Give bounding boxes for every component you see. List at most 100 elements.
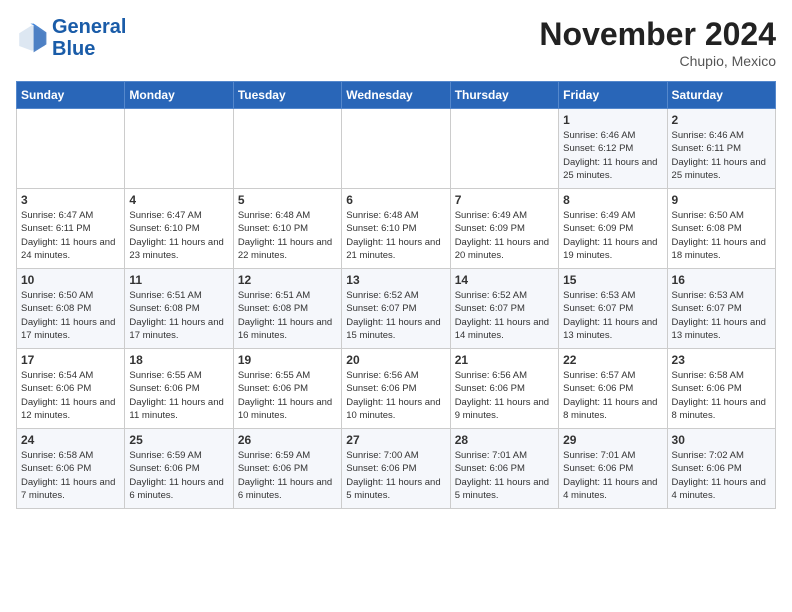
calendar-cell: 8 Sunrise: 6:49 AM Sunset: 6:09 PM Daylig… <box>559 189 667 269</box>
weekday-header-thursday: Thursday <box>450 82 558 109</box>
calendar-header: SundayMondayTuesdayWednesdayThursdayFrid… <box>17 82 776 109</box>
day-number: 22 <box>563 353 662 367</box>
day-info: Sunrise: 7:01 AM Sunset: 6:06 PM Dayligh… <box>455 449 554 502</box>
day-info: Sunrise: 6:54 AM Sunset: 6:06 PM Dayligh… <box>21 369 120 422</box>
day-number: 1 <box>563 113 662 127</box>
day-number: 24 <box>21 433 120 447</box>
day-info: Sunrise: 6:46 AM Sunset: 6:11 PM Dayligh… <box>672 129 771 182</box>
calendar-cell: 22 Sunrise: 6:57 AM Sunset: 6:06 PM Dayli… <box>559 349 667 429</box>
day-number: 30 <box>672 433 771 447</box>
weekday-header-friday: Friday <box>559 82 667 109</box>
day-number: 4 <box>129 193 228 207</box>
calendar-cell: 1 Sunrise: 6:46 AM Sunset: 6:12 PM Daylig… <box>559 109 667 189</box>
day-number: 8 <box>563 193 662 207</box>
day-number: 16 <box>672 273 771 287</box>
calendar-cell: 2 Sunrise: 6:46 AM Sunset: 6:11 PM Daylig… <box>667 109 775 189</box>
day-info: Sunrise: 6:56 AM Sunset: 6:06 PM Dayligh… <box>455 369 554 422</box>
day-info: Sunrise: 6:49 AM Sunset: 6:09 PM Dayligh… <box>455 209 554 262</box>
calendar-cell: 5 Sunrise: 6:48 AM Sunset: 6:10 PM Daylig… <box>233 189 341 269</box>
logo-icon <box>16 22 48 54</box>
week-row-3: 10 Sunrise: 6:50 AM Sunset: 6:08 PM Dayli… <box>17 269 776 349</box>
calendar-cell: 12Sunrise: 6:51 AM Sunset: 6:08 PM Dayli… <box>233 269 341 349</box>
weekday-header-wednesday: Wednesday <box>342 82 450 109</box>
day-number: 2 <box>672 113 771 127</box>
day-number: 19 <box>238 353 337 367</box>
calendar-cell: 3 Sunrise: 6:47 AM Sunset: 6:11 PM Daylig… <box>17 189 125 269</box>
calendar-cell: 14 Sunrise: 6:52 AM Sunset: 6:07 PM Dayli… <box>450 269 558 349</box>
calendar-cell: 7Sunrise: 6:49 AM Sunset: 6:09 PM Daylig… <box>450 189 558 269</box>
day-info: Sunrise: 6:55 AM Sunset: 6:06 PM Dayligh… <box>238 369 337 422</box>
weekday-header-monday: Monday <box>125 82 233 109</box>
location: Chupio, Mexico <box>539 53 776 69</box>
day-info: Sunrise: 6:58 AM Sunset: 6:06 PM Dayligh… <box>21 449 120 502</box>
week-row-5: 24 Sunrise: 6:58 AM Sunset: 6:06 PM Dayli… <box>17 429 776 509</box>
calendar-cell <box>125 109 233 189</box>
day-number: 21 <box>455 353 554 367</box>
calendar-cell: 23 Sunrise: 6:58 AM Sunset: 6:06 PM Dayli… <box>667 349 775 429</box>
day-number: 14 <box>455 273 554 287</box>
day-info: Sunrise: 6:57 AM Sunset: 6:06 PM Dayligh… <box>563 369 662 422</box>
logo: General Blue <box>16 16 126 60</box>
calendar-cell <box>17 109 125 189</box>
day-info: Sunrise: 6:52 AM Sunset: 6:07 PM Dayligh… <box>455 289 554 342</box>
calendar-cell: 30 Sunrise: 7:02 AM Sunset: 6:06 PM Dayli… <box>667 429 775 509</box>
day-info: Sunrise: 6:48 AM Sunset: 6:10 PM Dayligh… <box>346 209 445 262</box>
day-info: Sunrise: 6:53 AM Sunset: 6:07 PM Dayligh… <box>563 289 662 342</box>
calendar-cell: 6Sunrise: 6:48 AM Sunset: 6:10 PM Daylig… <box>342 189 450 269</box>
day-number: 10 <box>21 273 120 287</box>
day-info: Sunrise: 6:53 AM Sunset: 6:07 PM Dayligh… <box>672 289 771 342</box>
calendar-cell: 11Sunrise: 6:51 AM Sunset: 6:08 PM Dayli… <box>125 269 233 349</box>
calendar-cell: 29Sunrise: 7:01 AM Sunset: 6:06 PM Dayli… <box>559 429 667 509</box>
calendar-cell: 15 Sunrise: 6:53 AM Sunset: 6:07 PM Dayli… <box>559 269 667 349</box>
day-number: 23 <box>672 353 771 367</box>
day-info: Sunrise: 6:59 AM Sunset: 6:06 PM Dayligh… <box>238 449 337 502</box>
day-number: 28 <box>455 433 554 447</box>
day-number: 15 <box>563 273 662 287</box>
title-area: November 2024 Chupio, Mexico <box>539 16 776 69</box>
week-row-2: 3 Sunrise: 6:47 AM Sunset: 6:11 PM Daylig… <box>17 189 776 269</box>
day-number: 26 <box>238 433 337 447</box>
calendar-cell: 10 Sunrise: 6:50 AM Sunset: 6:08 PM Dayli… <box>17 269 125 349</box>
weekday-header-tuesday: Tuesday <box>233 82 341 109</box>
day-info: Sunrise: 6:50 AM Sunset: 6:08 PM Dayligh… <box>672 209 771 262</box>
calendar-cell: 16 Sunrise: 6:53 AM Sunset: 6:07 PM Dayli… <box>667 269 775 349</box>
calendar-cell: 9 Sunrise: 6:50 AM Sunset: 6:08 PM Daylig… <box>667 189 775 269</box>
day-number: 25 <box>129 433 228 447</box>
day-info: Sunrise: 6:56 AM Sunset: 6:06 PM Dayligh… <box>346 369 445 422</box>
day-info: Sunrise: 6:48 AM Sunset: 6:10 PM Dayligh… <box>238 209 337 262</box>
day-number: 11 <box>129 273 228 287</box>
calendar-cell: 25Sunrise: 6:59 AM Sunset: 6:06 PM Dayli… <box>125 429 233 509</box>
calendar-cell <box>342 109 450 189</box>
week-row-1: 1 Sunrise: 6:46 AM Sunset: 6:12 PM Daylig… <box>17 109 776 189</box>
day-number: 9 <box>672 193 771 207</box>
week-row-4: 17 Sunrise: 6:54 AM Sunset: 6:06 PM Dayli… <box>17 349 776 429</box>
calendar-table: SundayMondayTuesdayWednesdayThursdayFrid… <box>16 81 776 509</box>
day-info: Sunrise: 6:47 AM Sunset: 6:11 PM Dayligh… <box>21 209 120 262</box>
day-info: Sunrise: 7:01 AM Sunset: 6:06 PM Dayligh… <box>563 449 662 502</box>
calendar-cell: 19 Sunrise: 6:55 AM Sunset: 6:06 PM Dayli… <box>233 349 341 429</box>
header: General Blue November 2024 Chupio, Mexic… <box>16 16 776 69</box>
day-info: Sunrise: 6:46 AM Sunset: 6:12 PM Dayligh… <box>563 129 662 182</box>
weekday-header-saturday: Saturday <box>667 82 775 109</box>
calendar-cell: 18 Sunrise: 6:55 AM Sunset: 6:06 PM Dayli… <box>125 349 233 429</box>
day-info: Sunrise: 6:47 AM Sunset: 6:10 PM Dayligh… <box>129 209 228 262</box>
calendar-cell <box>450 109 558 189</box>
day-number: 18 <box>129 353 228 367</box>
day-info: Sunrise: 6:50 AM Sunset: 6:08 PM Dayligh… <box>21 289 120 342</box>
calendar-cell: 26 Sunrise: 6:59 AM Sunset: 6:06 PM Dayli… <box>233 429 341 509</box>
day-info: Sunrise: 6:52 AM Sunset: 6:07 PM Dayligh… <box>346 289 445 342</box>
logo-line2: Blue <box>52 38 126 60</box>
logo-text: General Blue <box>52 16 126 60</box>
weekday-header-sunday: Sunday <box>17 82 125 109</box>
day-number: 5 <box>238 193 337 207</box>
month-title: November 2024 <box>539 16 776 53</box>
calendar-cell: 17 Sunrise: 6:54 AM Sunset: 6:06 PM Dayli… <box>17 349 125 429</box>
day-number: 3 <box>21 193 120 207</box>
day-number: 17 <box>21 353 120 367</box>
day-info: Sunrise: 6:58 AM Sunset: 6:06 PM Dayligh… <box>672 369 771 422</box>
calendar-cell: 28 Sunrise: 7:01 AM Sunset: 6:06 PM Dayli… <box>450 429 558 509</box>
day-info: Sunrise: 6:55 AM Sunset: 6:06 PM Dayligh… <box>129 369 228 422</box>
day-number: 12 <box>238 273 337 287</box>
day-info: Sunrise: 6:49 AM Sunset: 6:09 PM Dayligh… <box>563 209 662 262</box>
day-info: Sunrise: 7:02 AM Sunset: 6:06 PM Dayligh… <box>672 449 771 502</box>
